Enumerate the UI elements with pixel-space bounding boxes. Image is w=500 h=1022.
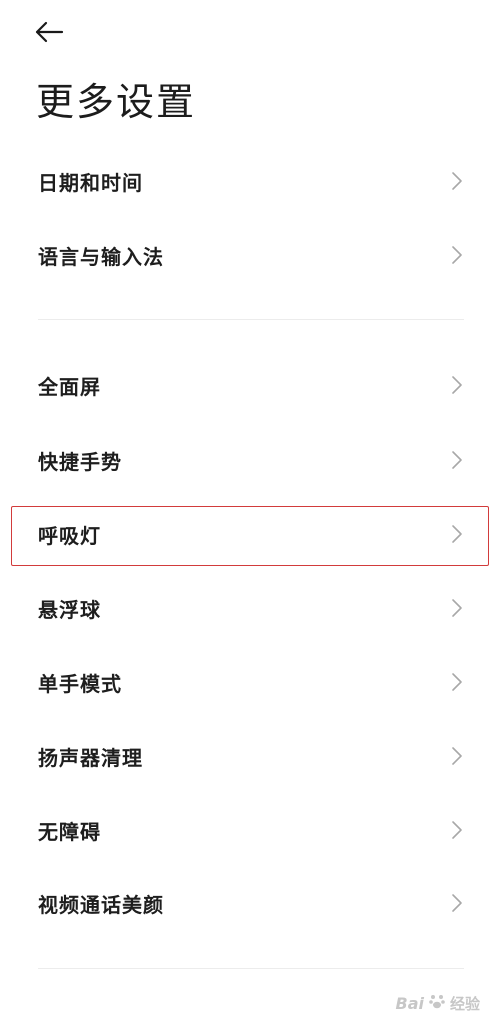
chevron-right-icon — [450, 170, 464, 192]
settings-item-floating-ball[interactable]: 悬浮球 — [0, 571, 500, 645]
chevron-right-icon — [450, 671, 464, 693]
settings-item-label: 全面屏 — [38, 374, 101, 399]
section-divider — [38, 319, 464, 320]
paw-icon — [428, 992, 446, 1014]
settings-item-gestures[interactable]: 快捷手势 — [0, 423, 500, 497]
settings-item-one-handed[interactable]: 单手模式 — [0, 645, 500, 719]
watermark-suffix: 经验 — [449, 994, 480, 1013]
settings-item-label: 单手模式 — [38, 671, 122, 696]
settings-item-label: 悬浮球 — [38, 597, 101, 622]
settings-item-label: 语言与输入法 — [38, 244, 164, 269]
settings-item-date-time[interactable]: 日期和时间 — [0, 144, 500, 218]
chevron-right-icon — [450, 374, 464, 396]
watermark-brand: Bai — [395, 993, 424, 1013]
settings-item-label: 快捷手势 — [38, 449, 122, 474]
settings-item-speaker-cleaner[interactable]: 扬声器清理 — [0, 719, 500, 793]
page-title: 更多设置 — [36, 80, 197, 124]
settings-item-label: 无障碍 — [38, 819, 101, 844]
watermark: Bai 经验 — [396, 992, 481, 1014]
highlight-box — [11, 506, 489, 566]
section-divider — [38, 968, 464, 969]
back-button[interactable] — [34, 18, 74, 50]
settings-item-label: 视频通话美颜 — [38, 892, 164, 917]
chevron-right-icon — [450, 892, 464, 914]
chevron-right-icon — [450, 597, 464, 619]
settings-item-label: 扬声器清理 — [38, 745, 143, 770]
settings-item-accessibility[interactable]: 无障碍 — [0, 793, 500, 867]
chevron-right-icon — [450, 819, 464, 841]
settings-item-fullscreen[interactable]: 全面屏 — [0, 348, 500, 422]
arrow-left-icon — [34, 21, 64, 47]
chevron-right-icon — [450, 244, 464, 266]
chevron-right-icon — [450, 745, 464, 767]
chevron-right-icon — [450, 449, 464, 471]
settings-item-video-beauty[interactable]: 视频通话美颜 — [0, 866, 500, 940]
settings-item-label: 日期和时间 — [38, 170, 143, 195]
settings-item-language-input[interactable]: 语言与输入法 — [0, 218, 500, 292]
